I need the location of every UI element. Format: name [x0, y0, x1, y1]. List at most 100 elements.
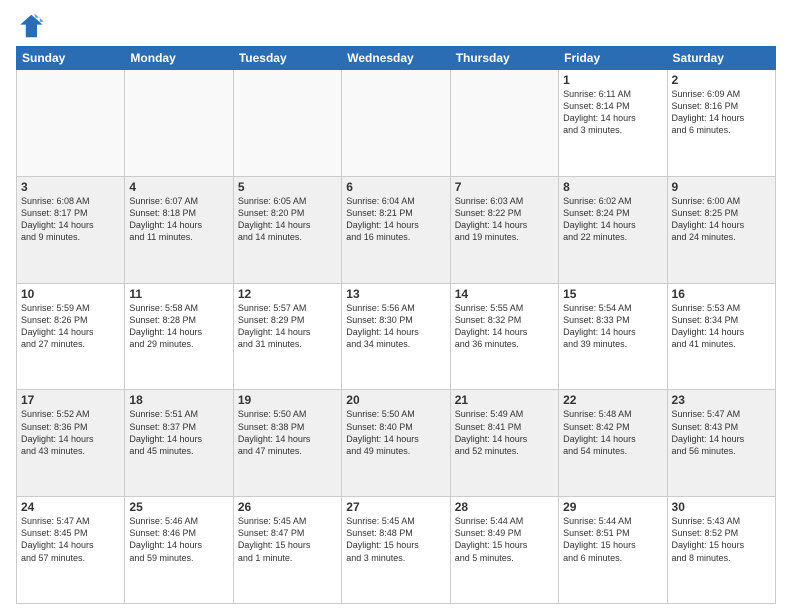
calendar-cell [450, 70, 558, 177]
calendar-table: SundayMondayTuesdayWednesdayThursdayFrid… [16, 46, 776, 604]
calendar-row-0: 1Sunrise: 6:11 AM Sunset: 8:14 PM Daylig… [17, 70, 776, 177]
calendar-cell: 21Sunrise: 5:49 AM Sunset: 8:41 PM Dayli… [450, 390, 558, 497]
calendar-cell [125, 70, 233, 177]
day-info: Sunrise: 5:47 AM Sunset: 8:45 PM Dayligh… [21, 515, 120, 564]
day-info: Sunrise: 5:50 AM Sunset: 8:40 PM Dayligh… [346, 408, 445, 457]
calendar-header-sunday: Sunday [17, 47, 125, 70]
day-number: 17 [21, 393, 120, 407]
day-info: Sunrise: 5:57 AM Sunset: 8:29 PM Dayligh… [238, 302, 337, 351]
day-number: 3 [21, 180, 120, 194]
day-info: Sunrise: 5:45 AM Sunset: 8:47 PM Dayligh… [238, 515, 337, 564]
calendar-header-thursday: Thursday [450, 47, 558, 70]
day-info: Sunrise: 5:45 AM Sunset: 8:48 PM Dayligh… [346, 515, 445, 564]
day-number: 18 [129, 393, 228, 407]
calendar-header-wednesday: Wednesday [342, 47, 450, 70]
calendar-cell: 30Sunrise: 5:43 AM Sunset: 8:52 PM Dayli… [667, 497, 775, 604]
day-info: Sunrise: 5:51 AM Sunset: 8:37 PM Dayligh… [129, 408, 228, 457]
calendar-cell: 20Sunrise: 5:50 AM Sunset: 8:40 PM Dayli… [342, 390, 450, 497]
calendar-row-3: 17Sunrise: 5:52 AM Sunset: 8:36 PM Dayli… [17, 390, 776, 497]
day-info: Sunrise: 6:11 AM Sunset: 8:14 PM Dayligh… [563, 88, 662, 137]
day-info: Sunrise: 5:44 AM Sunset: 8:51 PM Dayligh… [563, 515, 662, 564]
calendar-cell: 6Sunrise: 6:04 AM Sunset: 8:21 PM Daylig… [342, 176, 450, 283]
day-number: 29 [563, 500, 662, 514]
day-info: Sunrise: 5:54 AM Sunset: 8:33 PM Dayligh… [563, 302, 662, 351]
page: SundayMondayTuesdayWednesdayThursdayFrid… [0, 0, 792, 612]
calendar-cell: 18Sunrise: 5:51 AM Sunset: 8:37 PM Dayli… [125, 390, 233, 497]
day-info: Sunrise: 6:05 AM Sunset: 8:20 PM Dayligh… [238, 195, 337, 244]
day-number: 30 [672, 500, 771, 514]
calendar-header-tuesday: Tuesday [233, 47, 341, 70]
day-number: 2 [672, 73, 771, 87]
day-info: Sunrise: 5:59 AM Sunset: 8:26 PM Dayligh… [21, 302, 120, 351]
day-info: Sunrise: 6:03 AM Sunset: 8:22 PM Dayligh… [455, 195, 554, 244]
day-info: Sunrise: 6:04 AM Sunset: 8:21 PM Dayligh… [346, 195, 445, 244]
calendar-cell: 24Sunrise: 5:47 AM Sunset: 8:45 PM Dayli… [17, 497, 125, 604]
calendar-cell [342, 70, 450, 177]
day-info: Sunrise: 5:56 AM Sunset: 8:30 PM Dayligh… [346, 302, 445, 351]
day-info: Sunrise: 6:00 AM Sunset: 8:25 PM Dayligh… [672, 195, 771, 244]
day-info: Sunrise: 5:47 AM Sunset: 8:43 PM Dayligh… [672, 408, 771, 457]
calendar-cell: 19Sunrise: 5:50 AM Sunset: 8:38 PM Dayli… [233, 390, 341, 497]
day-number: 12 [238, 287, 337, 301]
calendar-cell: 22Sunrise: 5:48 AM Sunset: 8:42 PM Dayli… [559, 390, 667, 497]
day-number: 6 [346, 180, 445, 194]
calendar-cell: 14Sunrise: 5:55 AM Sunset: 8:32 PM Dayli… [450, 283, 558, 390]
day-info: Sunrise: 5:48 AM Sunset: 8:42 PM Dayligh… [563, 408, 662, 457]
calendar-cell: 12Sunrise: 5:57 AM Sunset: 8:29 PM Dayli… [233, 283, 341, 390]
day-number: 1 [563, 73, 662, 87]
day-info: Sunrise: 5:53 AM Sunset: 8:34 PM Dayligh… [672, 302, 771, 351]
day-number: 24 [21, 500, 120, 514]
calendar-cell [233, 70, 341, 177]
calendar-cell: 5Sunrise: 6:05 AM Sunset: 8:20 PM Daylig… [233, 176, 341, 283]
day-info: Sunrise: 5:50 AM Sunset: 8:38 PM Dayligh… [238, 408, 337, 457]
day-number: 19 [238, 393, 337, 407]
day-info: Sunrise: 5:43 AM Sunset: 8:52 PM Dayligh… [672, 515, 771, 564]
calendar-cell: 28Sunrise: 5:44 AM Sunset: 8:49 PM Dayli… [450, 497, 558, 604]
day-info: Sunrise: 5:52 AM Sunset: 8:36 PM Dayligh… [21, 408, 120, 457]
calendar-cell: 8Sunrise: 6:02 AM Sunset: 8:24 PM Daylig… [559, 176, 667, 283]
calendar-row-2: 10Sunrise: 5:59 AM Sunset: 8:26 PM Dayli… [17, 283, 776, 390]
calendar-header-row: SundayMondayTuesdayWednesdayThursdayFrid… [17, 47, 776, 70]
day-number: 25 [129, 500, 228, 514]
day-number: 20 [346, 393, 445, 407]
calendar-cell: 9Sunrise: 6:00 AM Sunset: 8:25 PM Daylig… [667, 176, 775, 283]
calendar-cell: 15Sunrise: 5:54 AM Sunset: 8:33 PM Dayli… [559, 283, 667, 390]
calendar-header-saturday: Saturday [667, 47, 775, 70]
calendar-cell: 26Sunrise: 5:45 AM Sunset: 8:47 PM Dayli… [233, 497, 341, 604]
calendar-cell: 11Sunrise: 5:58 AM Sunset: 8:28 PM Dayli… [125, 283, 233, 390]
day-info: Sunrise: 6:02 AM Sunset: 8:24 PM Dayligh… [563, 195, 662, 244]
calendar-cell: 7Sunrise: 6:03 AM Sunset: 8:22 PM Daylig… [450, 176, 558, 283]
day-info: Sunrise: 6:09 AM Sunset: 8:16 PM Dayligh… [672, 88, 771, 137]
calendar-cell: 25Sunrise: 5:46 AM Sunset: 8:46 PM Dayli… [125, 497, 233, 604]
calendar-cell: 29Sunrise: 5:44 AM Sunset: 8:51 PM Dayli… [559, 497, 667, 604]
day-info: Sunrise: 6:07 AM Sunset: 8:18 PM Dayligh… [129, 195, 228, 244]
day-info: Sunrise: 5:58 AM Sunset: 8:28 PM Dayligh… [129, 302, 228, 351]
logo [16, 12, 48, 40]
day-number: 16 [672, 287, 771, 301]
day-info: Sunrise: 5:46 AM Sunset: 8:46 PM Dayligh… [129, 515, 228, 564]
day-number: 4 [129, 180, 228, 194]
day-number: 14 [455, 287, 554, 301]
day-info: Sunrise: 5:44 AM Sunset: 8:49 PM Dayligh… [455, 515, 554, 564]
calendar-header-friday: Friday [559, 47, 667, 70]
calendar-cell [17, 70, 125, 177]
logo-icon [16, 12, 44, 40]
day-number: 5 [238, 180, 337, 194]
calendar-cell: 10Sunrise: 5:59 AM Sunset: 8:26 PM Dayli… [17, 283, 125, 390]
day-number: 13 [346, 287, 445, 301]
day-number: 21 [455, 393, 554, 407]
day-number: 10 [21, 287, 120, 301]
day-number: 26 [238, 500, 337, 514]
calendar-cell: 2Sunrise: 6:09 AM Sunset: 8:16 PM Daylig… [667, 70, 775, 177]
day-number: 8 [563, 180, 662, 194]
calendar-cell: 16Sunrise: 5:53 AM Sunset: 8:34 PM Dayli… [667, 283, 775, 390]
day-number: 23 [672, 393, 771, 407]
day-number: 27 [346, 500, 445, 514]
calendar-cell: 23Sunrise: 5:47 AM Sunset: 8:43 PM Dayli… [667, 390, 775, 497]
day-number: 7 [455, 180, 554, 194]
day-info: Sunrise: 5:55 AM Sunset: 8:32 PM Dayligh… [455, 302, 554, 351]
day-number: 9 [672, 180, 771, 194]
calendar-cell: 13Sunrise: 5:56 AM Sunset: 8:30 PM Dayli… [342, 283, 450, 390]
calendar-row-4: 24Sunrise: 5:47 AM Sunset: 8:45 PM Dayli… [17, 497, 776, 604]
day-number: 11 [129, 287, 228, 301]
